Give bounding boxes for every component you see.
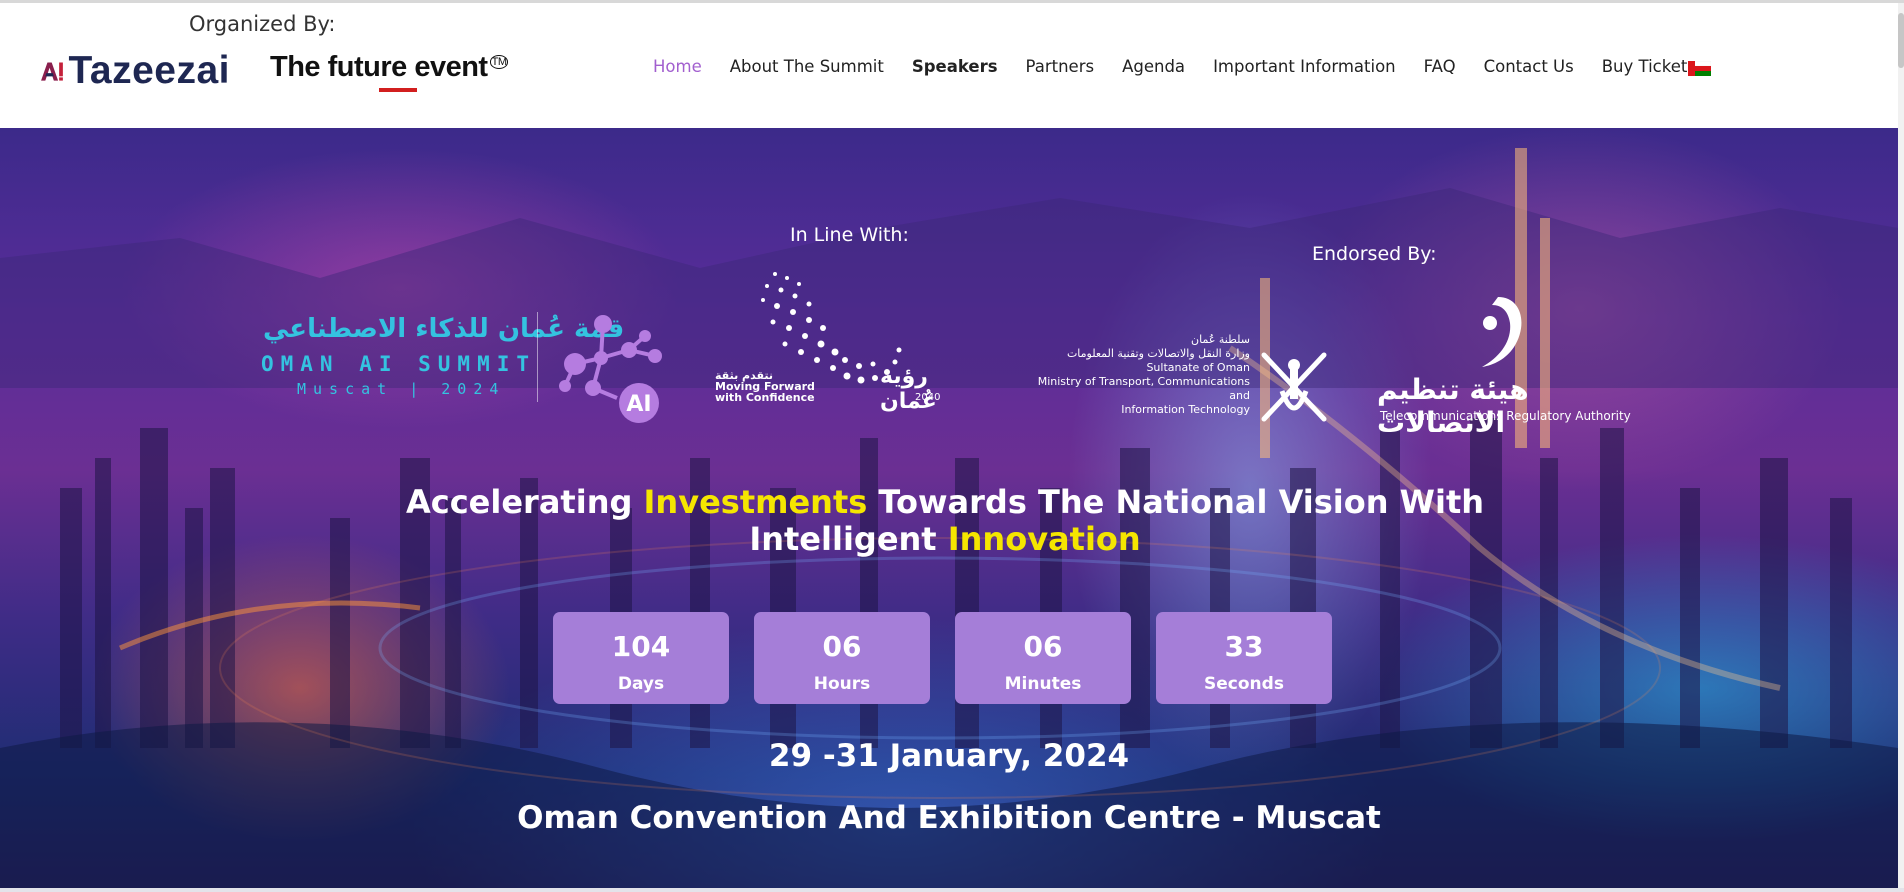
tazeezai-logo-text: Tazeezai: [68, 49, 230, 92]
hero-headline: Accelerating Investments Towards The Nat…: [360, 484, 1530, 558]
oman-ai-summit-title: OMAN AI SUMMIT: [261, 352, 537, 376]
nav-speakers[interactable]: Speakers: [912, 57, 998, 76]
countdown-days-value: 104: [611, 630, 671, 663]
ministry-text: سلطنة عُمان وزارة النقل والاتصالات وتقني…: [1020, 333, 1250, 417]
vision-year: 2040: [915, 392, 941, 403]
future-event-logo[interactable]: The future event TM: [270, 51, 509, 92]
vision-tagline: نتقدم بثقة Moving Forward with Confidenc…: [715, 370, 815, 403]
tra-arabic: هيئة تنظيم الاتصالات: [1377, 373, 1529, 439]
countdown-days-label: Days: [617, 674, 665, 694]
ai-molecule-icon: AI: [559, 315, 662, 423]
oman-emblem-icon: [1261, 352, 1327, 422]
tra-logo[interactable]: هيئة تنظيم الاتصالات Telecommunications …: [1375, 293, 1631, 439]
hero-banner: In Line With: Endorsed By: قمة عُمان للذ…: [0, 128, 1898, 888]
countdown-hours-label: Hours: [813, 674, 871, 694]
trademark-mark: TM: [489, 55, 509, 70]
ministry-line-2: Ministry of Transport, Communications an…: [1037, 375, 1250, 402]
headline-line-2: Intelligent Innovation: [360, 521, 1530, 558]
event-date: 29 -31 January, 2024: [768, 738, 1130, 774]
oman-ai-summit-logo[interactable]: قمة عُمان للذكاء الاصطناعي OMAN AI SUMMI…: [245, 306, 665, 428]
oman-vision-2040-logo[interactable]: نتقدم بثقة Moving Forward with Confidenc…: [715, 268, 985, 418]
nav-partners[interactable]: Partners: [1026, 57, 1095, 76]
countdown-minutes-value: 06: [1023, 630, 1063, 663]
countdown-timer: 104 Days 06 Hours 06 Minutes 33 Seconds: [553, 612, 1357, 704]
tra-mark-icon: [1482, 297, 1522, 367]
headline-part-3: Intelligent: [749, 520, 948, 558]
future-event-underline: [379, 88, 417, 92]
ministry-line-3: Information Technology: [1121, 403, 1250, 416]
countdown-days: 104 Days: [553, 612, 729, 704]
ai-badge-text: AI: [626, 392, 651, 417]
oman-ai-summit-subtitle: Muscat | 2024: [297, 380, 506, 398]
bottom-strip: [0, 888, 1904, 892]
event-venue: Oman Convention And Exhibition Centre - …: [517, 800, 1381, 836]
countdown-minutes-label: Minutes: [1004, 674, 1082, 694]
vision-arabic-title: رؤية عُمان: [880, 364, 937, 414]
headline-part-1: Accelerating: [405, 483, 644, 521]
nav-faq[interactable]: FAQ: [1424, 57, 1456, 76]
scrollbar-thumb[interactable]: [1898, 13, 1904, 68]
ministry-transport-logo[interactable]: سلطنة عُمان وزارة النقل والاتصالات وتقني…: [1020, 333, 1340, 443]
site-header: Organized By: Tazeezai The future event T…: [0, 3, 1898, 127]
nav-agenda[interactable]: Agenda: [1122, 57, 1185, 76]
endorsed-by-label: Endorsed By:: [1312, 243, 1437, 265]
countdown-seconds: 33 Seconds: [1156, 612, 1332, 704]
nav-contact-us[interactable]: Contact Us: [1484, 57, 1574, 76]
tra-english: Telecommunications Regulatory Authority: [1380, 409, 1631, 423]
nav-important-information[interactable]: Important Information: [1213, 57, 1396, 76]
nav-buy-ticket[interactable]: Buy Ticket: [1602, 57, 1688, 76]
countdown-hours: 06 Hours: [754, 612, 930, 704]
headline-line-1: Accelerating Investments Towards The Nat…: [360, 484, 1530, 521]
nav-home[interactable]: Home: [653, 57, 702, 76]
tazeezai-logo-mark-icon: [41, 62, 63, 81]
oman-flag-icon[interactable]: [1688, 61, 1711, 76]
vision-tagline-line-2: with Confidence: [715, 391, 815, 404]
ministry-arabic-1: سلطنة عُمان: [1191, 333, 1250, 346]
countdown-seconds-label: Seconds: [1204, 674, 1284, 694]
headline-highlight-investments: Investments: [643, 483, 868, 521]
future-event-logo-text: The future event: [270, 51, 488, 83]
headline-part-2: Towards The National Vision With: [867, 483, 1485, 521]
nav-about-the-summit[interactable]: About The Summit: [730, 57, 884, 76]
countdown-seconds-value: 33: [1224, 630, 1264, 663]
tazeezai-logo[interactable]: Tazeezai: [40, 47, 230, 95]
main-nav: Home About The Summit Speakers Partners …: [653, 57, 1715, 76]
organized-by-label: Organized By:: [189, 12, 336, 36]
in-line-with-label: In Line With:: [790, 224, 909, 246]
countdown-minutes: 06 Minutes: [955, 612, 1131, 704]
ministry-line-1: Sultanate of Oman: [1146, 361, 1250, 374]
headline-highlight-innovation: Innovation: [947, 520, 1141, 558]
page-scrollbar[interactable]: [1898, 3, 1904, 889]
ministry-arabic-2: وزارة النقل والاتصالات وتقنية المعلومات: [1066, 347, 1250, 360]
logo-divider: [537, 312, 538, 402]
countdown-hours-value: 06: [822, 630, 862, 663]
